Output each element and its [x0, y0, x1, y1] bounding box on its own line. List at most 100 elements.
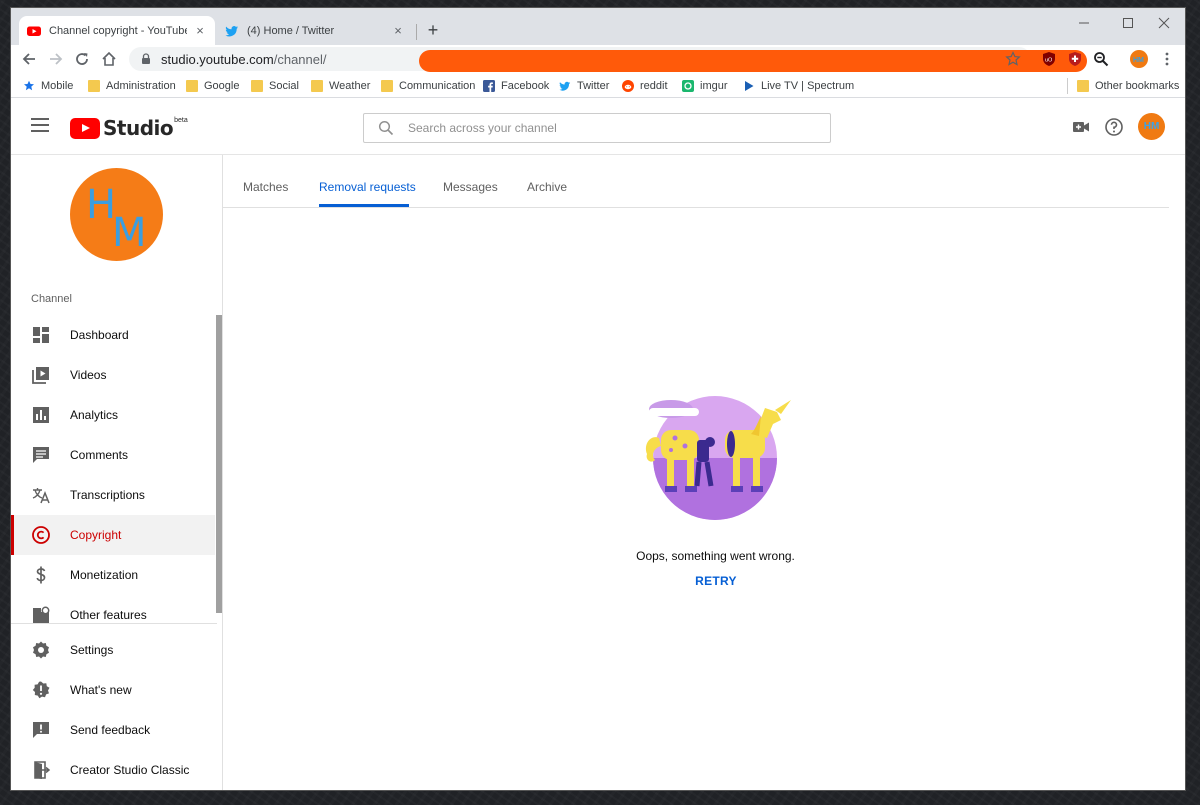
sidebar-item-label: Dashboard	[70, 328, 129, 342]
search-placeholder: Search across your channel	[408, 121, 557, 135]
bookmark-star-icon[interactable]	[1005, 51, 1021, 67]
sidebar-item-label: Transcriptions	[70, 488, 145, 502]
forward-arrow-icon[interactable]	[46, 49, 66, 69]
bookmark-reddit[interactable]: reddit	[622, 78, 668, 94]
help-icon[interactable]	[1104, 117, 1124, 137]
tab-matches[interactable]: Matches	[243, 180, 288, 194]
sidebar-item-copyright[interactable]: Copyright	[11, 515, 215, 555]
tab-strip: Channel copyright - YouTube Stu × (4) Ho…	[11, 8, 1185, 45]
dashboard-icon	[33, 327, 49, 343]
reddit-icon	[622, 80, 634, 92]
other-features-icon	[33, 606, 50, 623]
bookmark-twitter[interactable]: Twitter	[559, 78, 609, 94]
tab-archive[interactable]: Archive	[527, 180, 567, 194]
reload-icon[interactable]	[72, 49, 92, 69]
account-avatar[interactable]: HM	[1138, 113, 1165, 140]
folder-icon	[186, 80, 198, 92]
sidebar-divider	[11, 623, 217, 624]
twitter-icon	[559, 81, 571, 91]
channel-avatar[interactable]: H M	[70, 168, 163, 261]
beta-badge: beta	[174, 116, 188, 124]
sidebar-scrollbar[interactable]	[216, 315, 222, 613]
sidebar-item-settings[interactable]: Settings	[11, 630, 215, 670]
youtube-studio-logo[interactable]: Studio beta	[70, 116, 188, 140]
sidebar-item-videos[interactable]: Videos	[11, 355, 215, 395]
logo-text: Studio	[103, 116, 174, 140]
retry-button[interactable]: RETRY	[676, 574, 756, 588]
feedback-icon	[33, 722, 49, 738]
bookmark-label: Twitter	[577, 80, 610, 92]
bookmark-other-bookmarks[interactable]: Other bookmarks	[1077, 78, 1179, 94]
tab-removal-requests[interactable]: Removal requests	[319, 180, 416, 194]
sidebar-section-title: Channel	[31, 293, 72, 305]
sidebar-item-label: Copyright	[70, 528, 122, 542]
bookmark-weather[interactable]: Weather	[311, 78, 370, 94]
address-bar[interactable]: studio.youtube.com/channel/	[129, 47, 1087, 72]
url-path: /channel/	[273, 51, 327, 67]
videos-icon	[32, 367, 49, 384]
bookmark-facebook[interactable]: Facebook	[483, 78, 549, 94]
profile-avatar-icon[interactable]: HM	[1130, 50, 1148, 68]
bookmarks-bar: Mobile Administration Google Social Weat…	[11, 74, 1185, 98]
bookmark-label: Live TV | Spectrum	[761, 80, 855, 92]
sidebar-item-creator-studio-classic[interactable]: Creator Studio Classic	[11, 750, 215, 790]
sidebar-item-transcriptions[interactable]: Transcriptions	[11, 475, 215, 515]
studio-header: Studio beta Search across your channel H…	[11, 99, 1185, 155]
tab-title: (4) Home / Twitter	[247, 24, 335, 37]
zoom-icon[interactable]	[1093, 51, 1109, 67]
bookmark-label: reddit	[640, 80, 668, 92]
search-icon	[378, 120, 394, 136]
back-arrow-icon[interactable]	[19, 49, 39, 69]
bookmark-google[interactable]: Google	[186, 78, 239, 94]
sidebar-item-label: Settings	[70, 643, 114, 657]
star-icon	[24, 80, 34, 91]
folder-icon	[251, 80, 263, 92]
browser-toolbar: studio.youtube.com/channel/ uO HM	[11, 45, 1185, 73]
close-tab-icon[interactable]: ×	[391, 23, 405, 38]
new-tab-button[interactable]: +	[423, 20, 443, 41]
browser-window: Channel copyright - YouTube Stu × (4) Ho…	[11, 8, 1185, 790]
bookmark-label: imgur	[700, 80, 728, 92]
sidebar-item-dashboard[interactable]: Dashboard	[11, 315, 215, 355]
menu-icon[interactable]	[31, 118, 49, 132]
bookmark-communication[interactable]: Communication	[381, 78, 475, 94]
sidebar-item-label: Analytics	[70, 408, 119, 422]
more-menu-icon[interactable]	[1159, 51, 1175, 67]
tabs-divider	[223, 207, 1169, 208]
search-input[interactable]: Search across your channel	[363, 113, 831, 143]
sidebar-item-label: Monetization	[70, 568, 139, 582]
tab-twitter[interactable]: (4) Home / Twitter ×	[217, 16, 413, 45]
close-window-icon[interactable]	[1157, 16, 1171, 30]
sidebar-item-whats-new[interactable]: What's new	[11, 670, 215, 710]
transcriptions-icon	[32, 488, 50, 504]
minimize-icon[interactable]	[1077, 16, 1091, 30]
bookmark-administration[interactable]: Administration	[88, 78, 176, 94]
close-tab-icon[interactable]: ×	[193, 23, 207, 38]
bookmark-social[interactable]: Social	[251, 78, 299, 94]
bookmark-label: Administration	[106, 80, 176, 92]
tab-youtube-studio[interactable]: Channel copyright - YouTube Stu ×	[19, 16, 215, 45]
ublock-extension-icon[interactable]: uO	[1041, 51, 1057, 67]
folder-icon	[311, 80, 323, 92]
bookmark-live-tv-spectrum[interactable]: Live TV | Spectrum	[743, 78, 854, 94]
lock-icon	[142, 53, 150, 64]
sidebar-item-comments[interactable]: Comments	[11, 435, 215, 475]
sidebar-item-send-feedback[interactable]: Send feedback	[11, 710, 215, 750]
maximize-icon[interactable]	[1121, 16, 1135, 30]
bookmark-mobile[interactable]: Mobile	[23, 78, 73, 94]
shield-extension-icon[interactable]	[1067, 51, 1083, 67]
bookmark-imgur[interactable]: imgur	[682, 78, 728, 94]
create-video-icon[interactable]	[1071, 117, 1091, 137]
tab-messages[interactable]: Messages	[443, 180, 498, 194]
home-icon[interactable]	[99, 49, 119, 69]
comments-icon	[33, 447, 49, 463]
sidebar-item-other-features[interactable]: Other features	[11, 595, 215, 635]
sidebar-item-monetization[interactable]: Monetization	[11, 555, 215, 595]
sidebar-item-analytics[interactable]: Analytics	[11, 395, 215, 435]
play-icon	[745, 81, 754, 91]
sidebar-item-label: Other features	[70, 608, 147, 622]
bookmark-label: Facebook	[501, 80, 550, 92]
analytics-icon	[33, 407, 49, 423]
svg-text:uO: uO	[1045, 58, 1053, 64]
sidebar-item-label: Comments	[70, 448, 129, 462]
